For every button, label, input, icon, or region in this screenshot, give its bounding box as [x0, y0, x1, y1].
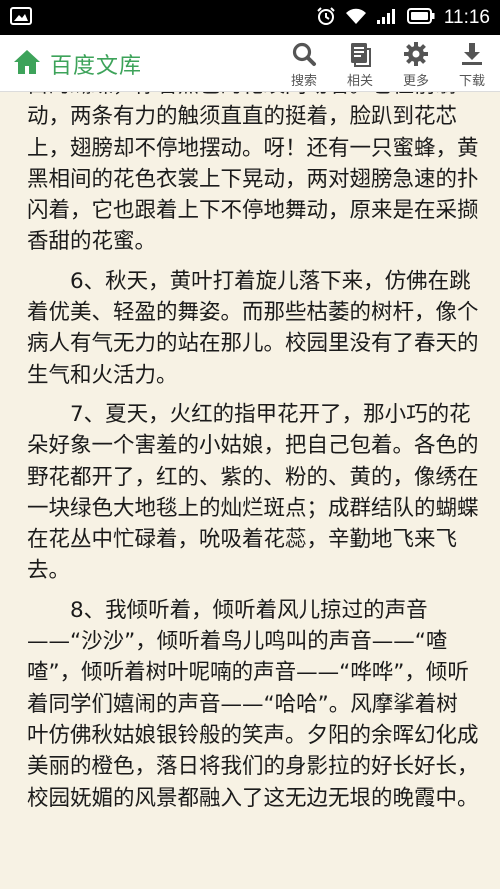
- search-label: 搜索: [290, 74, 317, 89]
- related-button[interactable]: 相关: [332, 35, 388, 92]
- related-label: 相关: [346, 74, 373, 89]
- home-button[interactable]: 百度文库: [12, 35, 142, 92]
- gear-icon: [403, 41, 429, 67]
- signal-icon: [376, 7, 398, 29]
- home-icon: [12, 48, 42, 80]
- app-title: 百度文库: [50, 53, 143, 79]
- battery-icon: [406, 7, 435, 28]
- wifi-icon: [345, 7, 367, 29]
- search-button[interactable]: 搜索: [276, 35, 332, 92]
- article-body: 白的蝴蝶，你看黑色的花纹闪动着。它往前翕动，两条有力的触须直直的挺着，脸趴到花芯…: [27, 92, 479, 822]
- download-label: 下载: [458, 74, 485, 89]
- search-icon: [291, 41, 317, 67]
- app-header: 百度文库 搜索 相关 更多 下载: [0, 35, 500, 92]
- gallery-icon: [10, 6, 32, 29]
- article-paragraph: 8、我倾听着，倾听着风儿掠过的声音——“沙沙”，倾听着鸟儿鸣叫的声音——“喳喳”…: [27, 597, 479, 811]
- more-button[interactable]: 更多: [388, 35, 444, 92]
- status-bar: 11:16: [0, 0, 500, 35]
- document-content[interactable]: 白的蝴蝶，你看黑色的花纹闪动着。它往前翕动，两条有力的触须直直的挺着，脸趴到花芯…: [0, 92, 500, 889]
- download-icon: [459, 41, 485, 67]
- article-paragraph: 6、秋天，黄叶打着旋儿落下来，仿佛在跳着优美、轻盈的舞姿。而那些枯萎的树杆，像个…: [27, 268, 479, 388]
- article-paragraph: 7、夏天，火红的指甲花开了，那小巧的花朵好象一个害羞的小姑娘，把自己包着。各色的…: [27, 401, 479, 584]
- article-paragraph: 白的蝴蝶，你看黑色的花纹闪动着。它往前翕动，两条有力的触须直直的挺着，脸趴到花芯…: [27, 92, 479, 255]
- document-icon: [348, 41, 372, 67]
- alarm-icon: [316, 6, 336, 30]
- more-label: 更多: [402, 74, 429, 89]
- download-button[interactable]: 下载: [444, 35, 500, 92]
- status-time: 11:16: [443, 6, 490, 28]
- header-actions: 搜索 相关 更多 下载: [276, 35, 500, 92]
